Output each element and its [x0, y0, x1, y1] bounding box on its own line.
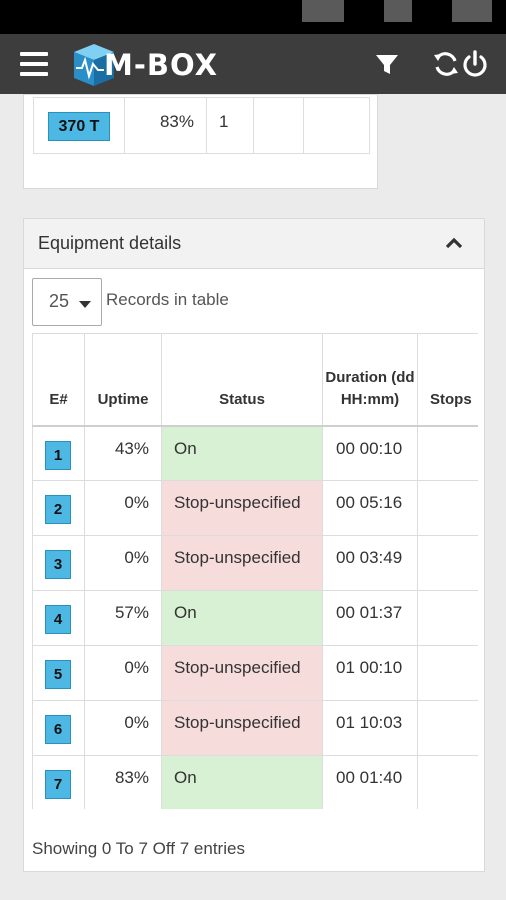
equipment-details-card: Equipment details 25 Records in table E#…	[23, 218, 485, 872]
cell-stops: 13	[417, 590, 478, 646]
cell-equipment-number: 1	[32, 425, 85, 481]
table-row[interactable]: 7 83%On00 01:405	[32, 755, 478, 809]
cell-equipment-number: 4	[32, 590, 85, 646]
cell-stops: 4	[417, 425, 478, 481]
hamburger-menu-icon[interactable]	[20, 52, 48, 76]
status-bar-indicator	[384, 0, 412, 22]
cell-duration: 00 01:40	[322, 755, 418, 809]
equipment-table-scroll[interactable]: E# Uptime Status Duration (dd HH:mm) Sto…	[32, 333, 478, 809]
cell-uptime: 0%	[84, 480, 162, 536]
column-header-e[interactable]: E#	[32, 333, 85, 427]
status-bar-indicator	[302, 0, 344, 22]
summary-card: 370 T 83% 1	[23, 94, 378, 189]
equipment-number-badge[interactable]: 5	[45, 660, 71, 689]
filter-icon[interactable]	[371, 48, 403, 80]
cell-duration: 00 01:37	[322, 590, 418, 646]
cell-uptime: 57%	[84, 590, 162, 646]
cell-stops: 1	[417, 480, 478, 536]
column-header-stops[interactable]: Stops	[417, 333, 478, 427]
cell-stops: 0	[417, 700, 478, 756]
table-row[interactable]: 5 0%Stop-unspecified01 00:100	[32, 645, 478, 701]
power-icon[interactable]	[459, 48, 491, 80]
cell-equipment-number: 2	[32, 480, 85, 536]
table-row[interactable]: 6 0%Stop-unspecified01 10:030	[32, 700, 478, 756]
cell-status: Stop-unspecified	[161, 480, 323, 536]
column-header-status[interactable]: Status	[161, 333, 323, 427]
cell-duration: 00 05:16	[322, 480, 418, 536]
column-header-duration[interactable]: Duration (dd HH:mm)	[322, 333, 418, 427]
equipment-number-badge[interactable]: 4	[45, 605, 71, 634]
equipment-number-badge[interactable]: 3	[45, 550, 71, 579]
records-per-page-value: 25	[49, 291, 70, 311]
cell-stops: 3	[417, 535, 478, 591]
cell-uptime: 0%	[84, 645, 162, 701]
status-bar	[0, 0, 506, 34]
refresh-icon[interactable]	[430, 48, 462, 80]
summary-cell-empty	[253, 97, 304, 154]
cell-status: Stop-unspecified	[161, 645, 323, 701]
column-header-uptime[interactable]: Uptime	[84, 333, 162, 427]
cell-status: On	[161, 755, 323, 809]
app-logo: M-BOX	[70, 42, 217, 88]
table-row: 370 T 83% 1	[33, 97, 370, 154]
caret-down-icon	[79, 301, 91, 308]
table-row[interactable]: 1 43%On00 00:104	[32, 425, 478, 481]
cell-equipment-number: 5	[32, 645, 85, 701]
cell-status: On	[161, 425, 323, 481]
table-info: Showing 0 To 7 Off 7 entries	[32, 839, 245, 858]
table-row[interactable]: 4 57%On00 01:3713	[32, 590, 478, 646]
equipment-table: E# Uptime Status Duration (dd HH:mm) Sto…	[32, 333, 478, 809]
cell-equipment-number: 3	[32, 535, 85, 591]
equipment-number-badge[interactable]: 2	[45, 495, 71, 524]
cell-uptime: 0%	[84, 535, 162, 591]
cell-duration: 01 10:03	[322, 700, 418, 756]
chevron-up-icon[interactable]	[444, 235, 464, 251]
cell-uptime: 43%	[84, 425, 162, 481]
summary-uptime: 83%	[124, 97, 207, 154]
cell-stops: 0	[417, 645, 478, 701]
table-row[interactable]: 30%Stop-unspecified00 03:493	[32, 535, 478, 591]
cell-equipment-number: 6	[32, 700, 85, 756]
equipment-number-badge[interactable]: 1	[45, 440, 71, 470]
table-row[interactable]: 2 0%Stop-unspecified00 05:161	[32, 480, 478, 536]
records-per-page-select[interactable]: 25	[32, 278, 102, 326]
app-bar: M-BOX	[0, 34, 506, 94]
cell-duration: 00 00:10	[322, 425, 418, 481]
table-header-row: E# Uptime Status Duration (dd HH:mm) Sto…	[32, 333, 478, 427]
logo-text: M-BOX	[104, 48, 218, 82]
cell-status: Stop-unspecified	[161, 700, 323, 756]
summary-cell-badge: 370 T	[33, 97, 125, 154]
cell-status: Stop-unspecified	[161, 535, 323, 591]
summary-count: 1	[206, 97, 254, 154]
summary-badge[interactable]: 370 T	[48, 112, 110, 141]
cell-uptime: 83%	[84, 755, 162, 809]
cell-uptime: 0%	[84, 700, 162, 756]
status-bar-indicator	[452, 0, 492, 22]
summary-cell-empty	[303, 97, 370, 154]
card-title: Equipment details	[38, 233, 182, 253]
cell-equipment-number: 7	[32, 755, 85, 809]
cell-duration: 01 00:10	[322, 645, 418, 701]
records-label: Records in table	[106, 290, 229, 309]
equipment-number-badge[interactable]: 6	[45, 715, 71, 744]
cell-status: On	[161, 590, 323, 646]
cell-stops: 5	[417, 755, 478, 809]
cell-duration: 00 03:49	[322, 535, 418, 591]
equipment-number-badge[interactable]: 7	[45, 770, 71, 799]
summary-table: 370 T 83% 1	[33, 97, 370, 154]
card-header[interactable]: Equipment details	[24, 219, 484, 269]
